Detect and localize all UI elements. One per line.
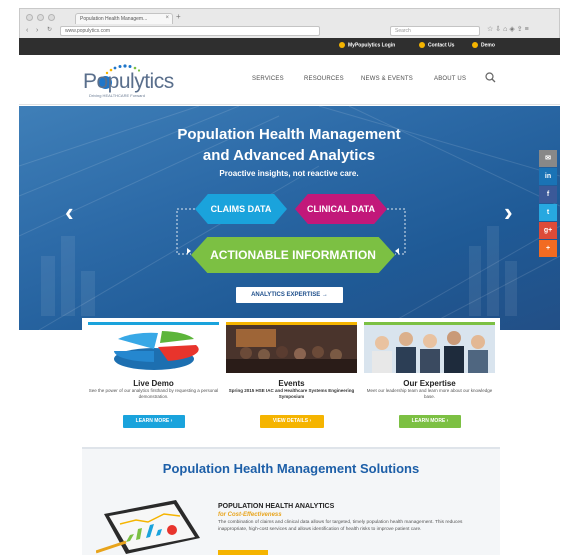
- demo-label: Demo: [481, 42, 495, 49]
- maximize-window-icon[interactable]: [48, 14, 55, 21]
- actionable-information-badge: ACTIONABLE INFORMATION: [191, 237, 395, 273]
- site-header: Populytics Driving HEALTHCARE Forward SE…: [19, 55, 560, 105]
- back-icon[interactable]: ‹: [26, 26, 28, 35]
- shield-icon[interactable]: ◈: [509, 26, 516, 33]
- solution-title: POPULATION HEALTH ANALYTICS: [218, 503, 335, 510]
- forward-icon[interactable]: ›: [36, 26, 38, 35]
- solution-subtitle: for Cost-Effectiveness: [218, 512, 282, 518]
- our-expertise-image: [364, 322, 495, 373]
- browser-chrome: Population Health Managem... × + ‹ › ↻ w…: [19, 8, 560, 38]
- clinical-data-badge: CLINICAL DATA: [295, 194, 387, 224]
- nav-resources[interactable]: RESOURCES: [304, 76, 344, 82]
- search-placeholder: Search: [395, 28, 411, 34]
- browser-tab[interactable]: Population Health Managem... ×: [75, 13, 173, 24]
- address-bar[interactable]: www.populytics.com: [60, 26, 320, 36]
- browser-search-input[interactable]: Search: [390, 26, 480, 36]
- live-demo-image: [88, 322, 219, 373]
- solutions-heading: Population Health Management Solutions: [162, 461, 420, 476]
- carousel-prev-icon[interactable]: ‹: [65, 199, 74, 225]
- demo-link[interactable]: Demo: [472, 42, 495, 48]
- googleplus-icon[interactable]: g+: [539, 222, 557, 239]
- logo-tagline: Driving HEALTHCARE Forward: [89, 93, 145, 98]
- demo-icon: [472, 42, 478, 48]
- claims-data-badge: CLAIMS DATA: [195, 194, 287, 224]
- search-icon[interactable]: [485, 72, 496, 83]
- pie-chart-graphic: [114, 331, 199, 370]
- email-icon[interactable]: ✉: [539, 150, 557, 167]
- our-expertise-learn-more-button[interactable]: LEARN MORE ›: [399, 415, 461, 428]
- nav-services[interactable]: SERVICES: [252, 76, 284, 82]
- live-demo-title: Live Demo: [133, 379, 174, 388]
- nav-about-us[interactable]: ABOUT US: [434, 76, 466, 82]
- team-photo: [364, 325, 495, 373]
- our-expertise-title: Our Expertise: [403, 379, 456, 388]
- hero-banner: Population Health Management and Advance…: [19, 106, 560, 330]
- nav-news-events[interactable]: NEWS & EVENTS: [361, 76, 413, 82]
- login-label: MyPopulytics Login: [348, 42, 396, 49]
- reload-icon[interactable]: ↻: [47, 26, 52, 35]
- minimize-window-icon[interactable]: [37, 14, 44, 21]
- carousel-next-icon[interactable]: ›: [504, 199, 513, 225]
- hero-subtitle: Proactive insights, not reactive care.: [219, 169, 359, 178]
- live-demo-learn-more-button[interactable]: LEARN MORE ›: [123, 415, 185, 428]
- hero-title-line2: and Advanced Analytics: [202, 147, 376, 164]
- hero-title: Population Health Management and Advance…: [139, 124, 439, 166]
- analytics-expertise-button[interactable]: ANALYTICS EXPERTISE →: [236, 287, 343, 303]
- live-demo-description: See the power of our analytics firsthand…: [88, 388, 219, 399]
- analytics-tablet-graphic: [96, 500, 200, 554]
- our-expertise-description: Meet our leadership team and learn more …: [366, 388, 493, 399]
- download-icon[interactable]: ⇩: [495, 26, 503, 33]
- audience-photo: [226, 325, 357, 373]
- utility-bar: MyPopulytics Login Contact Us Demo: [19, 38, 560, 55]
- facebook-icon[interactable]: f: [539, 186, 557, 203]
- linkedin-icon[interactable]: in: [539, 168, 557, 185]
- toolbar-icons: ☆⇩⌂◈⇪≡: [487, 25, 531, 33]
- add-icon[interactable]: +: [539, 240, 557, 257]
- solution-description: The combination of claims and clinical d…: [218, 520, 463, 532]
- contact-link[interactable]: Contact Us: [419, 42, 454, 48]
- logo-text: Populytics: [83, 70, 174, 93]
- twitter-icon[interactable]: t: [539, 204, 557, 221]
- contact-label: Contact Us: [428, 42, 455, 49]
- contact-icon: [419, 42, 425, 48]
- login-icon: [339, 42, 345, 48]
- tab-close-icon[interactable]: ×: [165, 15, 169, 21]
- feature-cards: Live Demo See the power of our analytics…: [82, 318, 500, 442]
- events-view-details-button[interactable]: VIEW DETAILS ›: [260, 415, 324, 428]
- menu-icon[interactable]: ≡: [525, 26, 531, 33]
- solutions-section: Population Health Management Solutions P…: [82, 447, 500, 555]
- share-icon[interactable]: ⇪: [517, 26, 525, 33]
- close-window-icon[interactable]: [26, 14, 33, 21]
- url-text: www.populytics.com: [65, 28, 111, 34]
- events-title: Events: [278, 379, 305, 388]
- hero-title-line1: Population Health Management: [177, 126, 401, 143]
- events-description: Spring 2015 HSE IAC and Healthcare Syste…: [228, 388, 355, 399]
- solution-learn-more-button[interactable]: [218, 550, 268, 555]
- events-image: [226, 322, 357, 373]
- new-tab-icon[interactable]: +: [176, 13, 181, 21]
- tab-title: Population Health Managem...: [80, 16, 148, 22]
- login-link[interactable]: MyPopulytics Login: [339, 42, 395, 48]
